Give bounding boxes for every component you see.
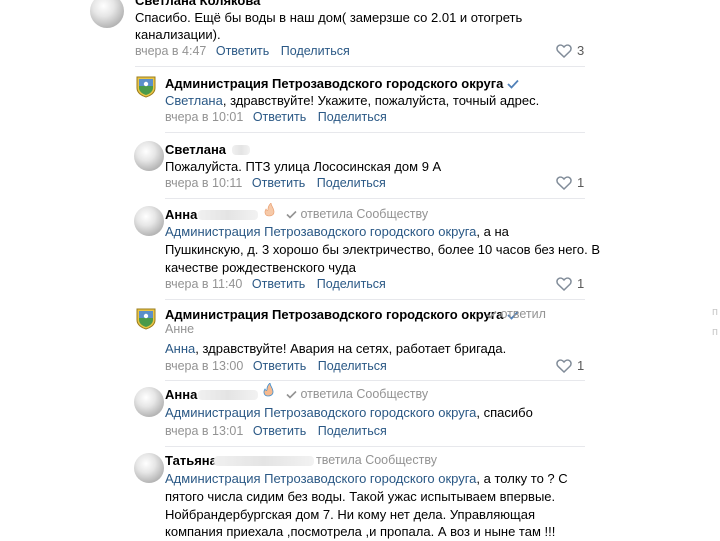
coat-of-arms-avatar[interactable] — [136, 76, 156, 98]
comment-time[interactable]: вчера в 10:11 — [165, 176, 242, 190]
checkmark-icon — [486, 310, 497, 319]
reply-link[interactable]: Ответить — [252, 176, 305, 190]
comment-text: Администрация Петрозаводского городского… — [165, 405, 533, 420]
mention-link[interactable]: Светлана — [165, 93, 223, 108]
like-button[interactable]: 3 — [556, 43, 585, 59]
heart-icon — [556, 44, 572, 59]
comment-author[interactable]: Анна — [165, 207, 197, 222]
verified-icon — [507, 79, 520, 89]
like-count: 1 — [577, 175, 585, 190]
hidden-surname — [232, 145, 250, 155]
replied-to-name[interactable]: Анне — [165, 322, 194, 336]
comment-text-line: Администрация Петрозаводского городского… — [165, 471, 568, 486]
comment-text-line: Администрация Петрозаводского городского… — [165, 224, 509, 239]
comment-separator — [165, 132, 585, 133]
comment-text-line: качестве рождественского чуда — [165, 260, 356, 275]
comment-text: Пожалуйста. ПТЗ улица Лососинская дом 9 … — [165, 159, 442, 174]
hidden-surname — [198, 390, 258, 400]
comment-meta: вчера в 4:47 Ответить Поделиться — [135, 44, 350, 58]
avatar[interactable] — [134, 387, 164, 417]
avatar[interactable] — [134, 206, 164, 236]
edge-glyph: п — [712, 326, 718, 338]
comment-author[interactable]: Татьяна — [165, 453, 217, 468]
comment-meta: вчера в 10:01 Ответить Поделиться — [165, 110, 387, 124]
like-count: 3 — [577, 43, 585, 58]
reply-link[interactable]: Ответить — [216, 44, 269, 58]
comment-separator — [165, 380, 585, 381]
comment-author[interactable]: Администрация Петрозаводского городского… — [165, 307, 520, 322]
replied-to-text[interactable]: ответил — [500, 307, 545, 321]
hidden-surname — [198, 210, 258, 220]
comment-meta: вчера в 13:00 Ответить Поделиться — [165, 359, 387, 373]
flame-emoji-icon — [263, 383, 274, 397]
comment-text: Анна, здравствуйте! Авария на сетях, раб… — [165, 341, 507, 356]
checkmark-icon — [286, 390, 297, 399]
avatar[interactable] — [134, 453, 164, 483]
like-button[interactable]: 1 — [556, 358, 585, 374]
reply-link[interactable]: Ответить — [253, 359, 306, 373]
mention-link[interactable]: Администрация Петрозаводского городского… — [165, 224, 476, 239]
reply-link[interactable]: Ответить — [252, 277, 305, 291]
comment-author[interactable]: Светлана — [165, 142, 226, 157]
like-count: 1 — [577, 358, 585, 373]
checkmark-icon — [286, 210, 297, 219]
comment-time[interactable]: вчера в 10:01 — [165, 110, 243, 124]
mention-link[interactable]: Анна — [165, 341, 195, 356]
comment-separator — [165, 198, 585, 199]
share-link[interactable]: Поделиться — [318, 359, 387, 373]
avatar[interactable] — [90, 0, 124, 28]
comment-separator — [165, 446, 585, 447]
comment-text: Светлана, здравствуйте! Укажите, пожалуй… — [165, 93, 540, 108]
like-button[interactable]: 1 — [556, 276, 585, 292]
replied-to-label[interactable]: тветила Сообществу — [316, 453, 437, 467]
comment-separator — [165, 299, 585, 300]
reply-link[interactable]: Ответить — [253, 424, 306, 438]
share-link[interactable]: Поделиться — [317, 277, 386, 291]
reply-link[interactable]: Ответить — [253, 110, 306, 124]
comment-text-line: компания приехала ,посмотрела ,и пропала… — [165, 524, 556, 539]
edge-glyph: п — [712, 306, 718, 318]
mention-link[interactable]: Администрация Петрозаводского городского… — [165, 405, 476, 420]
like-count: 1 — [577, 276, 585, 291]
comment-author[interactable]: Анна — [165, 387, 197, 402]
mention-link[interactable]: Администрация Петрозаводского городского… — [165, 471, 476, 486]
avatar[interactable] — [134, 141, 164, 171]
comment-time[interactable]: вчера в 13:01 — [165, 424, 243, 438]
comment-text-line: пятого числа сидим без воды. Такой ужас … — [165, 489, 556, 504]
heart-icon — [556, 277, 572, 292]
comment-meta: вчера в 10:11 Ответить Поделиться — [165, 176, 386, 190]
comment-author[interactable]: Светлана Колякова — [135, 0, 260, 8]
replied-to-label: ответил — [486, 307, 546, 321]
comment-author[interactable]: Администрация Петрозаводского городского… — [165, 76, 520, 91]
comment-separator — [135, 66, 585, 67]
flame-emoji-icon — [264, 203, 275, 217]
replied-to-text[interactable]: ответила Сообществу — [300, 387, 428, 401]
comment-meta: вчера в 13:01 Ответить Поделиться — [165, 424, 387, 438]
replied-to-label: ответила Сообществу — [286, 387, 428, 401]
coat-of-arms-avatar[interactable] — [136, 308, 156, 330]
share-link[interactable]: Поделиться — [318, 110, 387, 124]
heart-icon — [556, 176, 572, 191]
comment-text-line: Пушкинскую, д. 3 хорошо бы электричество… — [165, 242, 601, 257]
comment-time[interactable]: вчера в 13:00 — [165, 359, 243, 373]
share-link[interactable]: Поделиться — [317, 176, 386, 190]
comment-time[interactable]: вчера в 11:40 — [165, 277, 242, 291]
replied-to-label: ответила Сообществу — [286, 207, 428, 221]
replied-to-text[interactable]: ответила Сообществу — [300, 207, 428, 221]
heart-icon — [556, 359, 572, 374]
hidden-surname — [214, 456, 314, 466]
comment-text-line: канализации). — [135, 27, 221, 42]
like-button[interactable]: 1 — [556, 175, 585, 191]
comment-time[interactable]: вчера в 4:47 — [135, 44, 206, 58]
share-link[interactable]: Поделиться — [318, 424, 387, 438]
share-link[interactable]: Поделиться — [281, 44, 350, 58]
comment-meta: вчера в 11:40 Ответить Поделиться — [165, 277, 386, 291]
